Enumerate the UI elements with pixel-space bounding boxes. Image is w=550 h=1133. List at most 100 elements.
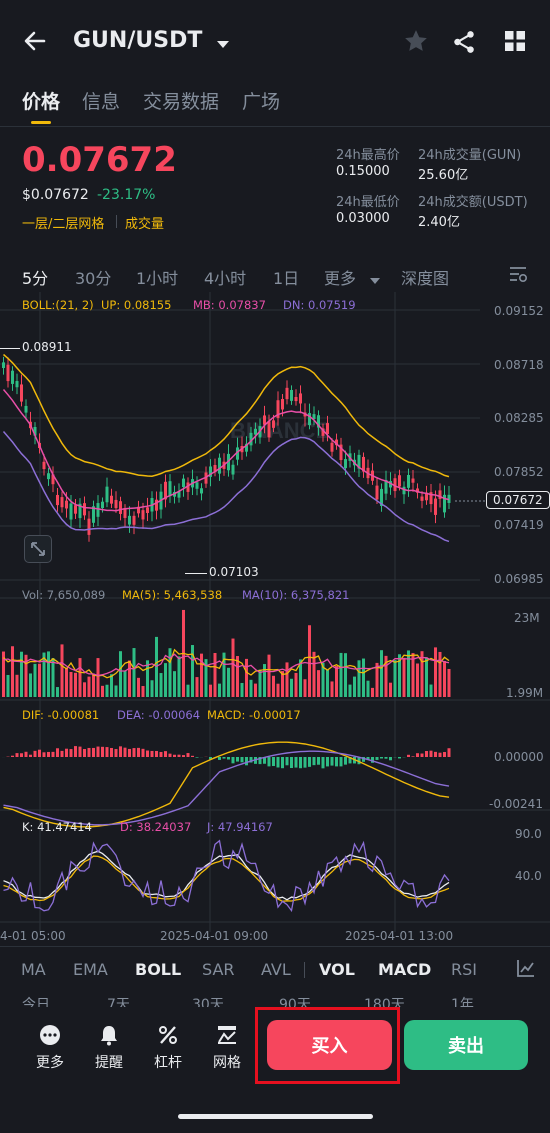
stat-high: 0.15000 — [336, 164, 390, 179]
ind-ma[interactable]: MA — [21, 960, 46, 979]
indicator-settings-icon[interactable] — [516, 958, 536, 978]
volume-bar — [92, 673, 95, 697]
candle-body — [420, 496, 424, 501]
grid-button[interactable]: 网格 — [209, 1024, 245, 1072]
tf-4h[interactable]: 4小时 — [204, 265, 246, 289]
macd-bar — [15, 753, 19, 757]
price-axis-label: 0.06985 — [494, 572, 544, 586]
period-item[interactable]: 180天 — [364, 994, 405, 1007]
ind-ema[interactable]: EMA — [73, 960, 108, 979]
tf-depth[interactable]: 深度图 — [401, 265, 449, 289]
macd-bar — [150, 750, 154, 757]
macd-value: MACD: -0.00017 — [207, 708, 301, 722]
period-row: 今日 7天 30天 90天 180天 1年 — [0, 993, 550, 1007]
caret-down-icon[interactable] — [370, 270, 380, 284]
tab-price[interactable]: 价格 — [22, 87, 60, 114]
period-item[interactable]: 30天 — [192, 994, 224, 1007]
macd-bar — [380, 757, 383, 759]
tf-5m[interactable]: 5分 — [22, 265, 48, 289]
ind-boll[interactable]: BOLL — [135, 960, 181, 979]
tag-grid[interactable]: 一层/二层网格 — [22, 213, 104, 232]
pair-title[interactable]: GUN/USDT — [73, 28, 202, 53]
volume-bar — [164, 663, 167, 697]
alert-button[interactable]: 提醒 — [91, 1024, 127, 1072]
fullscreen-icon[interactable] — [24, 535, 52, 563]
tag-volume[interactable]: 成交量 — [125, 213, 164, 232]
candle-body — [128, 515, 131, 525]
high-mark-line — [0, 348, 20, 349]
volume-bar — [294, 672, 298, 697]
candlestick-chart[interactable]: BINANCE — [0, 292, 550, 952]
macd-bar — [299, 757, 302, 769]
tab-trading-data[interactable]: 交易数据 — [143, 87, 219, 114]
period-item[interactable]: 1年 — [451, 994, 474, 1007]
tf-more[interactable]: 更多 — [324, 265, 356, 289]
high-mark: 0.08911 — [22, 340, 72, 354]
tf-1d[interactable]: 1日 — [273, 265, 299, 289]
volume-bar — [258, 669, 262, 697]
macd-bar — [312, 757, 316, 766]
ind-vol[interactable]: VOL — [319, 960, 355, 979]
tf-30m[interactable]: 30分 — [75, 265, 111, 289]
volume-bar — [110, 674, 113, 697]
volume-bar — [141, 686, 145, 697]
macd-bar — [294, 757, 298, 768]
volume-bar — [276, 683, 280, 697]
chevron-down-icon[interactable] — [216, 35, 230, 48]
time-axis-label: 2025-04-01 13:00 — [345, 929, 454, 943]
macd-bar — [384, 757, 388, 759]
volume-bar — [6, 674, 10, 697]
volume-bar — [33, 663, 37, 697]
tab-active-indicator — [31, 121, 51, 124]
tab-info[interactable]: 信息 — [82, 87, 120, 114]
back-icon[interactable] — [22, 28, 48, 54]
grid-bot-icon — [218, 1026, 236, 1044]
candle-body — [105, 486, 109, 503]
grid-menu-icon[interactable] — [504, 30, 526, 52]
more-button[interactable]: 更多 — [32, 1024, 68, 1072]
period-item[interactable]: 7天 — [107, 994, 130, 1007]
period-item[interactable]: 90天 — [279, 994, 311, 1007]
volume-bar — [285, 662, 289, 697]
volume-bar — [443, 660, 446, 697]
chart-settings-icon[interactable] — [508, 264, 528, 284]
macd-bar — [308, 757, 311, 767]
buy-button[interactable]: 买入 — [267, 1020, 392, 1070]
ind-sar[interactable]: SAR — [202, 960, 235, 979]
candle-body — [2, 362, 5, 369]
candle-body — [398, 475, 401, 487]
candle-body — [411, 478, 415, 483]
vol-ma5: MA(5): 5,463,538 — [122, 588, 223, 602]
sell-button[interactable]: 卖出 — [404, 1020, 528, 1070]
price-axis-label: 0.08285 — [494, 411, 544, 425]
volume-bar — [447, 668, 451, 697]
candle-body — [15, 381, 19, 388]
macd-bar — [195, 757, 199, 758]
macd-bar — [398, 757, 401, 759]
volume-bar — [227, 667, 230, 697]
macd-bar — [420, 753, 424, 757]
macd-bar — [128, 748, 131, 757]
ind-rsi[interactable]: RSI — [451, 960, 477, 979]
macd-bar — [155, 750, 158, 757]
ind-avl[interactable]: AVL — [261, 960, 291, 979]
macd-bar — [285, 757, 289, 766]
candle-body — [168, 481, 172, 497]
macd-bar — [344, 757, 347, 765]
period-item[interactable]: 今日 — [22, 994, 50, 1007]
vol-ma10: MA(10): 6,375,821 — [242, 588, 350, 602]
macd-bar — [83, 749, 86, 757]
macd-bar — [105, 747, 109, 757]
volume-bar — [330, 681, 334, 697]
tab-square[interactable]: 广场 — [242, 87, 280, 114]
macd-bar — [321, 757, 325, 769]
volume-bar — [357, 660, 361, 697]
boll-up: UP: 0.08155 — [101, 298, 172, 312]
tf-1h[interactable]: 1小时 — [136, 265, 178, 289]
leverage-button[interactable]: 杠杆 — [150, 1024, 186, 1072]
share-icon[interactable] — [451, 29, 477, 55]
volume-bar — [137, 677, 140, 697]
star-icon[interactable] — [403, 28, 429, 54]
ind-macd[interactable]: MACD — [378, 960, 431, 979]
stat-amt-label: 24h成交额(USDT) — [418, 195, 528, 210]
